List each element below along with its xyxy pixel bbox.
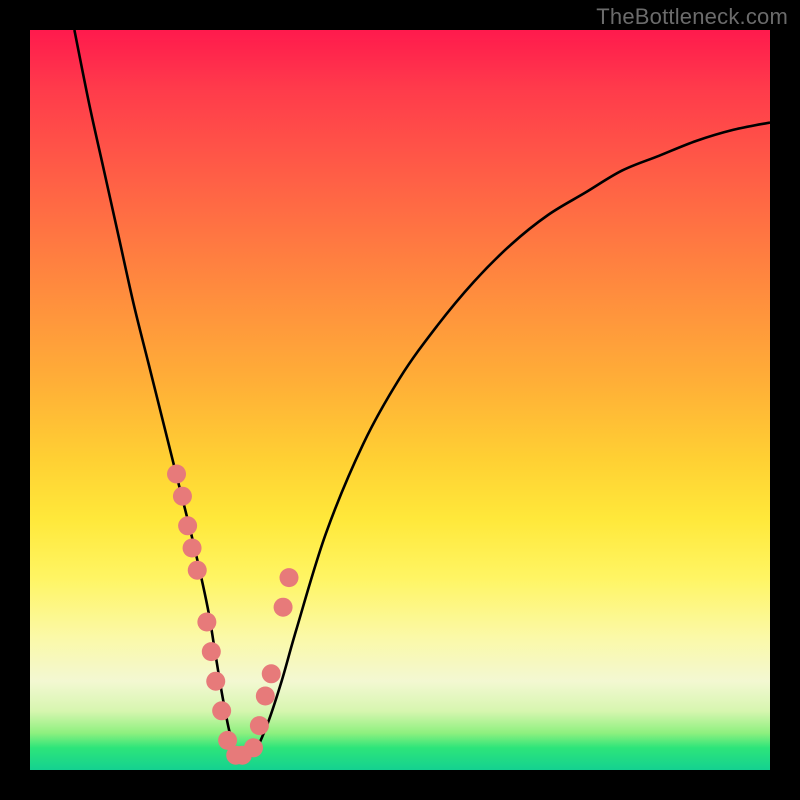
scatter-dot bbox=[262, 664, 281, 683]
scatter-dot bbox=[188, 561, 207, 580]
scatter-dot bbox=[206, 672, 225, 691]
scatter-dot bbox=[178, 516, 197, 535]
scatter-dot bbox=[244, 738, 263, 757]
watermark-text: TheBottleneck.com bbox=[596, 4, 788, 30]
scatter-dot bbox=[197, 613, 216, 632]
scatter-dot bbox=[212, 701, 231, 720]
scatter-dot bbox=[202, 642, 221, 661]
scatter-dot bbox=[280, 568, 299, 587]
scatter-dot bbox=[183, 539, 202, 558]
scatter-dot bbox=[274, 598, 293, 617]
scatter-dots bbox=[167, 465, 298, 765]
scatter-dot bbox=[167, 465, 186, 484]
curve-layer bbox=[30, 30, 770, 770]
scatter-dot bbox=[256, 687, 275, 706]
gradient-plot-area bbox=[30, 30, 770, 770]
chart-frame: TheBottleneck.com bbox=[0, 0, 800, 800]
scatter-dot bbox=[173, 487, 192, 506]
bottleneck-curve bbox=[74, 30, 770, 758]
scatter-dot bbox=[250, 716, 269, 735]
